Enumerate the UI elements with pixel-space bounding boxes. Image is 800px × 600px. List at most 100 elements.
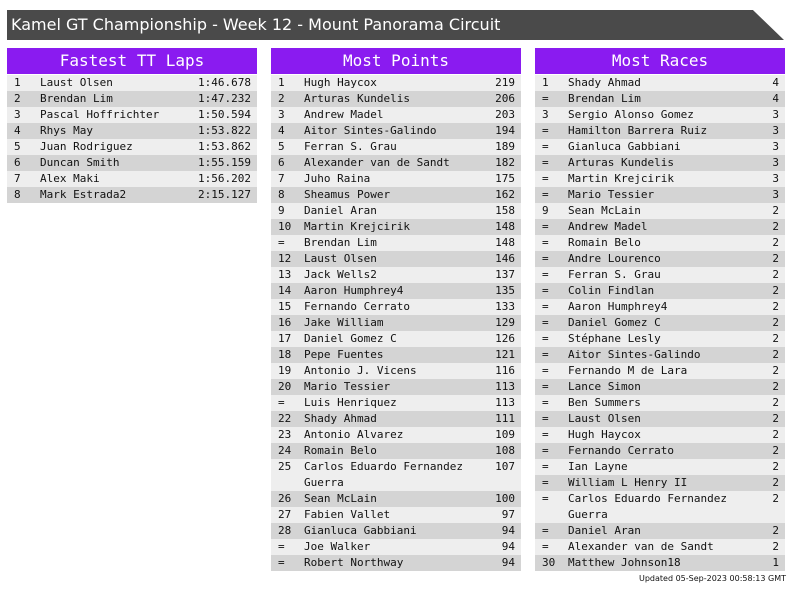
table-row: 15 Fernando Cerrato 133: [271, 299, 521, 315]
driver-name-cell: Jack Wells2: [304, 268, 377, 281]
rank-cell: 3: [278, 108, 285, 121]
driver-name-cell: Mark Estrada2: [40, 188, 127, 201]
rank-cell: 4: [278, 124, 285, 137]
value-cell: 2: [772, 300, 779, 313]
rank-cell: 13: [278, 268, 292, 281]
value-cell: 2: [772, 364, 779, 377]
value-cell: 2: [772, 524, 779, 537]
table-row: = Lance Simon 2: [535, 379, 785, 395]
table-row: 25 Carlos Eduardo Fernandez Guerra 107: [271, 459, 521, 491]
leaderboard-list: 1 Hugh Haycox 219 2 Arturas Kundelis 206 3 Andr…: [271, 75, 521, 571]
rank-cell: 24: [278, 444, 292, 457]
rank-cell: =: [542, 188, 549, 201]
table-row: 20 Mario Tessier 113: [271, 379, 521, 395]
rank-cell: =: [542, 92, 549, 105]
table-row: = Colin Findlan 2: [535, 283, 785, 299]
table-row: 7 Juho Raina 175: [271, 171, 521, 187]
driver-name-cell: Carlos Eduardo Fernandez Guerra: [304, 460, 463, 489]
value-cell: 2: [772, 380, 779, 393]
table-row: = Andre Lourenco 2: [535, 251, 785, 267]
value-cell: 111: [495, 412, 515, 425]
rank-cell: =: [542, 412, 549, 425]
table-row: 6 Duncan Smith 1:55.159: [7, 155, 257, 171]
driver-name-cell: Laust Olsen: [304, 252, 377, 265]
driver-name-cell: Ben Summers: [568, 396, 641, 409]
driver-name-cell: Hamilton Barrera Ruiz: [568, 124, 708, 137]
driver-name-cell: Stéphane Lesly: [568, 332, 661, 345]
rank-cell: 7: [14, 172, 21, 185]
driver-name-cell: Brendan Lim: [568, 92, 641, 105]
value-cell: 113: [495, 380, 515, 393]
driver-name-cell: Joe Walker: [304, 540, 371, 553]
driver-name-cell: Aitor Sintes-Galindo: [568, 348, 701, 361]
table-row: 12 Laust Olsen 146: [271, 251, 521, 267]
value-cell: 135: [495, 284, 515, 297]
value-cell: 2: [772, 268, 779, 281]
value-cell: 1:53.862: [198, 140, 251, 153]
table-row: 7 Alex Maki 1:56.202: [7, 171, 257, 187]
rank-cell: 20: [278, 380, 292, 393]
table-row: = Fernando M de Lara 2: [535, 363, 785, 379]
value-cell: 219: [495, 76, 515, 89]
rank-cell: =: [278, 556, 285, 569]
table-row: 2 Brendan Lim 1:47.232: [7, 91, 257, 107]
table-row: 27 Fabien Vallet 97: [271, 507, 521, 523]
rank-cell: =: [542, 540, 549, 553]
rank-cell: =: [278, 540, 285, 553]
driver-name-cell: Pascal Hoffrichter: [40, 108, 160, 121]
rank-cell: =: [542, 492, 549, 505]
value-cell: 158: [495, 204, 515, 217]
value-cell: 1:47.232: [198, 92, 251, 105]
rank-cell: =: [542, 444, 549, 457]
value-cell: 162: [495, 188, 515, 201]
table-row: 24 Romain Belo 108: [271, 443, 521, 459]
table-row: = Laust Olsen 2: [535, 411, 785, 427]
driver-name-cell: Arturas Kundelis: [568, 156, 674, 169]
value-cell: 2: [772, 316, 779, 329]
table-row: 22 Shady Ahmad 111: [271, 411, 521, 427]
driver-name-cell: Andrew Madel: [304, 108, 384, 121]
value-cell: 194: [495, 124, 515, 137]
driver-name-cell: Rhys May: [40, 124, 93, 137]
rank-cell: 10: [278, 220, 292, 233]
driver-name-cell: Aaron Humphrey4: [304, 284, 404, 297]
driver-name-cell: Alexander van de Sandt: [304, 156, 450, 169]
driver-name-cell: Andrew Madel: [568, 220, 648, 233]
value-cell: 206: [495, 92, 515, 105]
rank-cell: 16: [278, 316, 292, 329]
driver-name-cell: Brendan Lim: [40, 92, 113, 105]
table-row: 9 Daniel Aran 158: [271, 203, 521, 219]
table-row: = Ian Layne 2: [535, 459, 785, 475]
panel-fastest-tt-laps: Fastest TT Laps 1 Laust Olsen 1:46.678 2 Bre…: [7, 48, 257, 203]
driver-name-cell: Fernando Cerrato: [568, 444, 674, 457]
value-cell: 2: [772, 332, 779, 345]
rank-cell: 5: [14, 140, 21, 153]
table-row: 26 Sean McLain 100: [271, 491, 521, 507]
leaderboard-list: 1 Shady Ahmad 4 = Brendan Lim 4 3 Sergio Alonso…: [535, 75, 785, 571]
table-row: 30 Matthew Johnson18 1: [535, 555, 785, 571]
rank-cell: 30: [542, 556, 556, 569]
table-row: = Mario Tessier 3: [535, 187, 785, 203]
value-cell: 2: [772, 252, 779, 265]
table-row: = Gianluca Gabbiani 3: [535, 139, 785, 155]
value-cell: 4: [772, 76, 779, 89]
value-cell: 94: [501, 556, 515, 569]
panel-most-races: Most Races 1 Shady Ahmad 4 = Brendan Lim 4 3 Se…: [535, 48, 785, 571]
rank-cell: 28: [278, 524, 292, 537]
table-row: 1 Laust Olsen 1:46.678: [7, 75, 257, 91]
rank-cell: 6: [278, 156, 285, 169]
driver-name-cell: Daniel Aran: [304, 204, 377, 217]
driver-name-cell: Shady Ahmad: [568, 76, 641, 89]
rank-cell: 12: [278, 252, 292, 265]
rank-cell: =: [542, 172, 549, 185]
value-cell: 107: [495, 460, 515, 473]
rank-cell: 1: [278, 76, 285, 89]
table-row: 4 Rhys May 1:53.822: [7, 123, 257, 139]
value-cell: 2:15.127: [198, 188, 251, 201]
value-cell: 1:56.202: [198, 172, 251, 185]
value-cell: 3: [772, 140, 779, 153]
driver-name-cell: Mario Tessier: [304, 380, 391, 393]
table-row: 3 Sergio Alonso Gomez 3: [535, 107, 785, 123]
value-cell: 146: [495, 252, 515, 265]
rank-cell: 7: [278, 172, 285, 185]
